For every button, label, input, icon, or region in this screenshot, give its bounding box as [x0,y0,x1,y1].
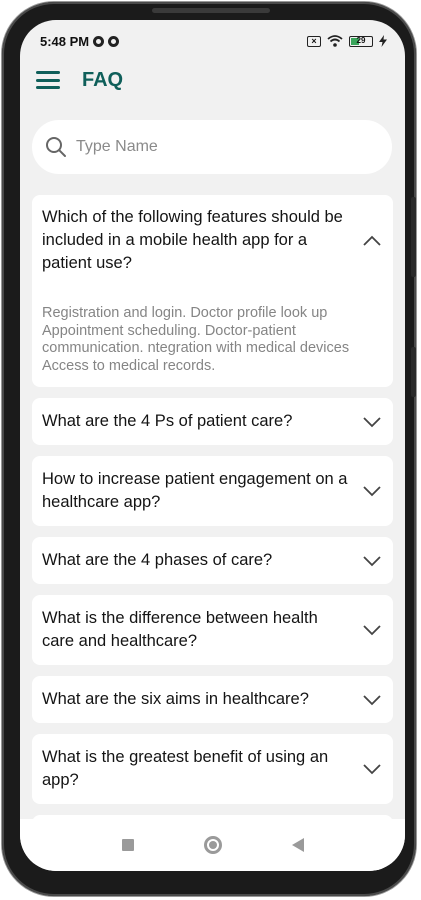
faq-question-row[interactable]: Which of the following features should b… [32,195,393,297]
search-bar[interactable] [32,120,392,174]
recents-square-icon[interactable] [121,839,134,851]
back-triangle-icon[interactable] [291,838,304,852]
faq-question: Which of the following features should b… [42,208,343,272]
faq-question: What are the 4 Ps of patient care? [42,412,293,430]
search-input[interactable] [76,138,356,156]
faq-question-row[interactable]: What is the difference between health ca… [32,595,393,665]
faq-item: What is the greatest benefit of using an… [32,734,393,804]
faq-question: How to increase patient engagement on a … [42,470,348,511]
faq-answer: Registration and login. Doctor profile l… [42,305,350,374]
chevron-down-icon[interactable] [361,550,383,572]
faq-item: What are the six aims in healthcare? [32,676,393,723]
volume-button [411,197,416,277]
chevron-down-icon[interactable] [361,758,383,780]
faq-item: Which of the following features should b… [32,195,393,387]
faq-item: What are the 4 phases of care? [32,537,393,584]
status-right: × 29 [307,35,387,47]
battery-icon: 29 [349,35,373,47]
no-sim-icon: × [307,35,321,47]
home-circle-icon[interactable] [203,836,222,854]
page-title: FAQ [82,68,124,91]
faq-question-row[interactable]: What is the greatest benefit of using an… [32,734,393,804]
faq-question: What are the 4 phases of care? [42,551,273,569]
screen: 5:48 PM × 29 FAQ Type Name Which of the … [20,20,405,871]
faq-item: How to increase patient engagement on a … [32,456,393,526]
battery-level: 29 [356,35,366,45]
notification-icon [93,35,105,47]
chevron-up-icon[interactable] [361,230,383,252]
status-time: 5:48 PM [40,33,90,49]
speaker-grille [152,8,270,13]
faq-item: What is the difference between health ca… [32,595,393,665]
system-nav-bar [20,819,405,871]
hamburger-icon[interactable] [36,71,60,89]
app-bar: FAQ [20,60,405,100]
faq-list: Which of the following features should b… [32,195,393,831]
faq-question: What is the greatest benefit of using an… [42,748,329,789]
chevron-down-icon[interactable] [361,480,383,502]
faq-question-row[interactable]: How to increase patient engagement on a … [32,456,393,526]
faq-question: What is the difference between health ca… [42,609,318,650]
faq-question-row[interactable]: What are the 4 Ps of patient care? [32,398,393,445]
notification-icon [108,35,120,47]
chevron-down-icon[interactable] [361,689,383,711]
status-left: 5:48 PM [40,33,120,49]
phone-frame: 5:48 PM × 29 FAQ Type Name Which of the … [2,2,416,896]
faq-item: What are the 4 Ps of patient care? [32,398,393,445]
charging-icon [379,35,387,47]
faq-question-row[interactable]: What are the 4 phases of care? [32,537,393,584]
search-icon [46,137,66,157]
chevron-down-icon[interactable] [361,619,383,641]
power-button [411,347,416,397]
faq-question-row[interactable]: What are the six aims in healthcare? [32,676,393,723]
wifi-icon [327,35,343,47]
status-bar: 5:48 PM × 29 [20,20,405,58]
faq-question: What are the six aims in healthcare? [42,690,309,708]
chevron-down-icon[interactable] [361,411,383,433]
